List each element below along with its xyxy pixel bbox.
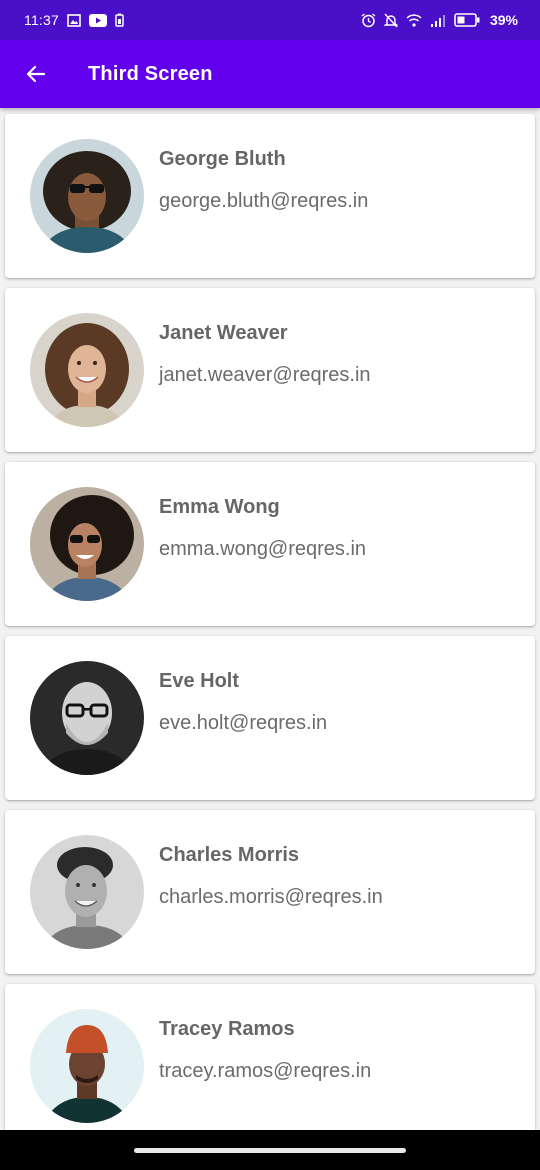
home-indicator[interactable] [134,1148,406,1153]
user-email: emma.wong@reqres.in [159,538,367,560]
status-bar-right: 39% [361,12,518,28]
signal-icon [430,14,446,27]
avatar [30,139,144,253]
battery-saver-icon [115,13,124,27]
avatar [30,661,144,775]
user-email: george.bluth@reqres.in [159,190,369,212]
alarm-icon [361,12,376,28]
battery-percentage: 39% [489,12,518,28]
app-bar: Third Screen [0,40,540,108]
user-name: Janet Weaver [159,322,288,344]
battery-icon [454,13,480,27]
youtube-icon [89,13,107,27]
user-card[interactable]: George Bluth george.bluth@reqres.in [5,114,535,278]
back-button[interactable] [14,52,58,96]
user-card[interactable]: Charles Morris charles.morris@reqres.in [5,810,535,974]
user-name: Emma Wong [159,496,280,518]
user-name: Tracey Ramos [159,1018,295,1040]
user-email: charles.morris@reqres.in [159,886,383,908]
status-bar: 11:37 39% [0,0,540,40]
status-bar-left: 11:37 [24,12,124,28]
avatar [30,487,144,601]
user-card[interactable]: Eve Holt eve.holt@reqres.in [5,636,535,800]
mute-icon [383,13,398,28]
status-time: 11:37 [24,12,59,28]
user-card[interactable]: Janet Weaver janet.weaver@reqres.in [5,288,535,452]
avatar [30,835,144,949]
page-title: Third Screen [88,62,213,85]
avatar [30,313,144,427]
user-email: eve.holt@reqres.in [159,712,328,734]
wifi-icon [406,13,422,27]
user-card[interactable]: Emma Wong emma.wong@reqres.in [5,462,535,626]
avatar [30,1009,144,1123]
user-name: Charles Morris [159,844,300,866]
user-card[interactable]: Tracey Ramos tracey.ramos@reqres.in [5,984,535,1130]
user-name: George Bluth [159,148,286,170]
user-email: janet.weaver@reqres.in [159,364,371,386]
image-icon [67,13,81,27]
user-name: Eve Holt [159,670,240,692]
navigation-bar [0,1130,540,1170]
user-list[interactable]: George Bluth george.bluth@reqres.in Jane… [0,108,540,1130]
user-email: tracey.ramos@reqres.in [159,1060,372,1082]
arrow-back-icon [26,65,46,83]
